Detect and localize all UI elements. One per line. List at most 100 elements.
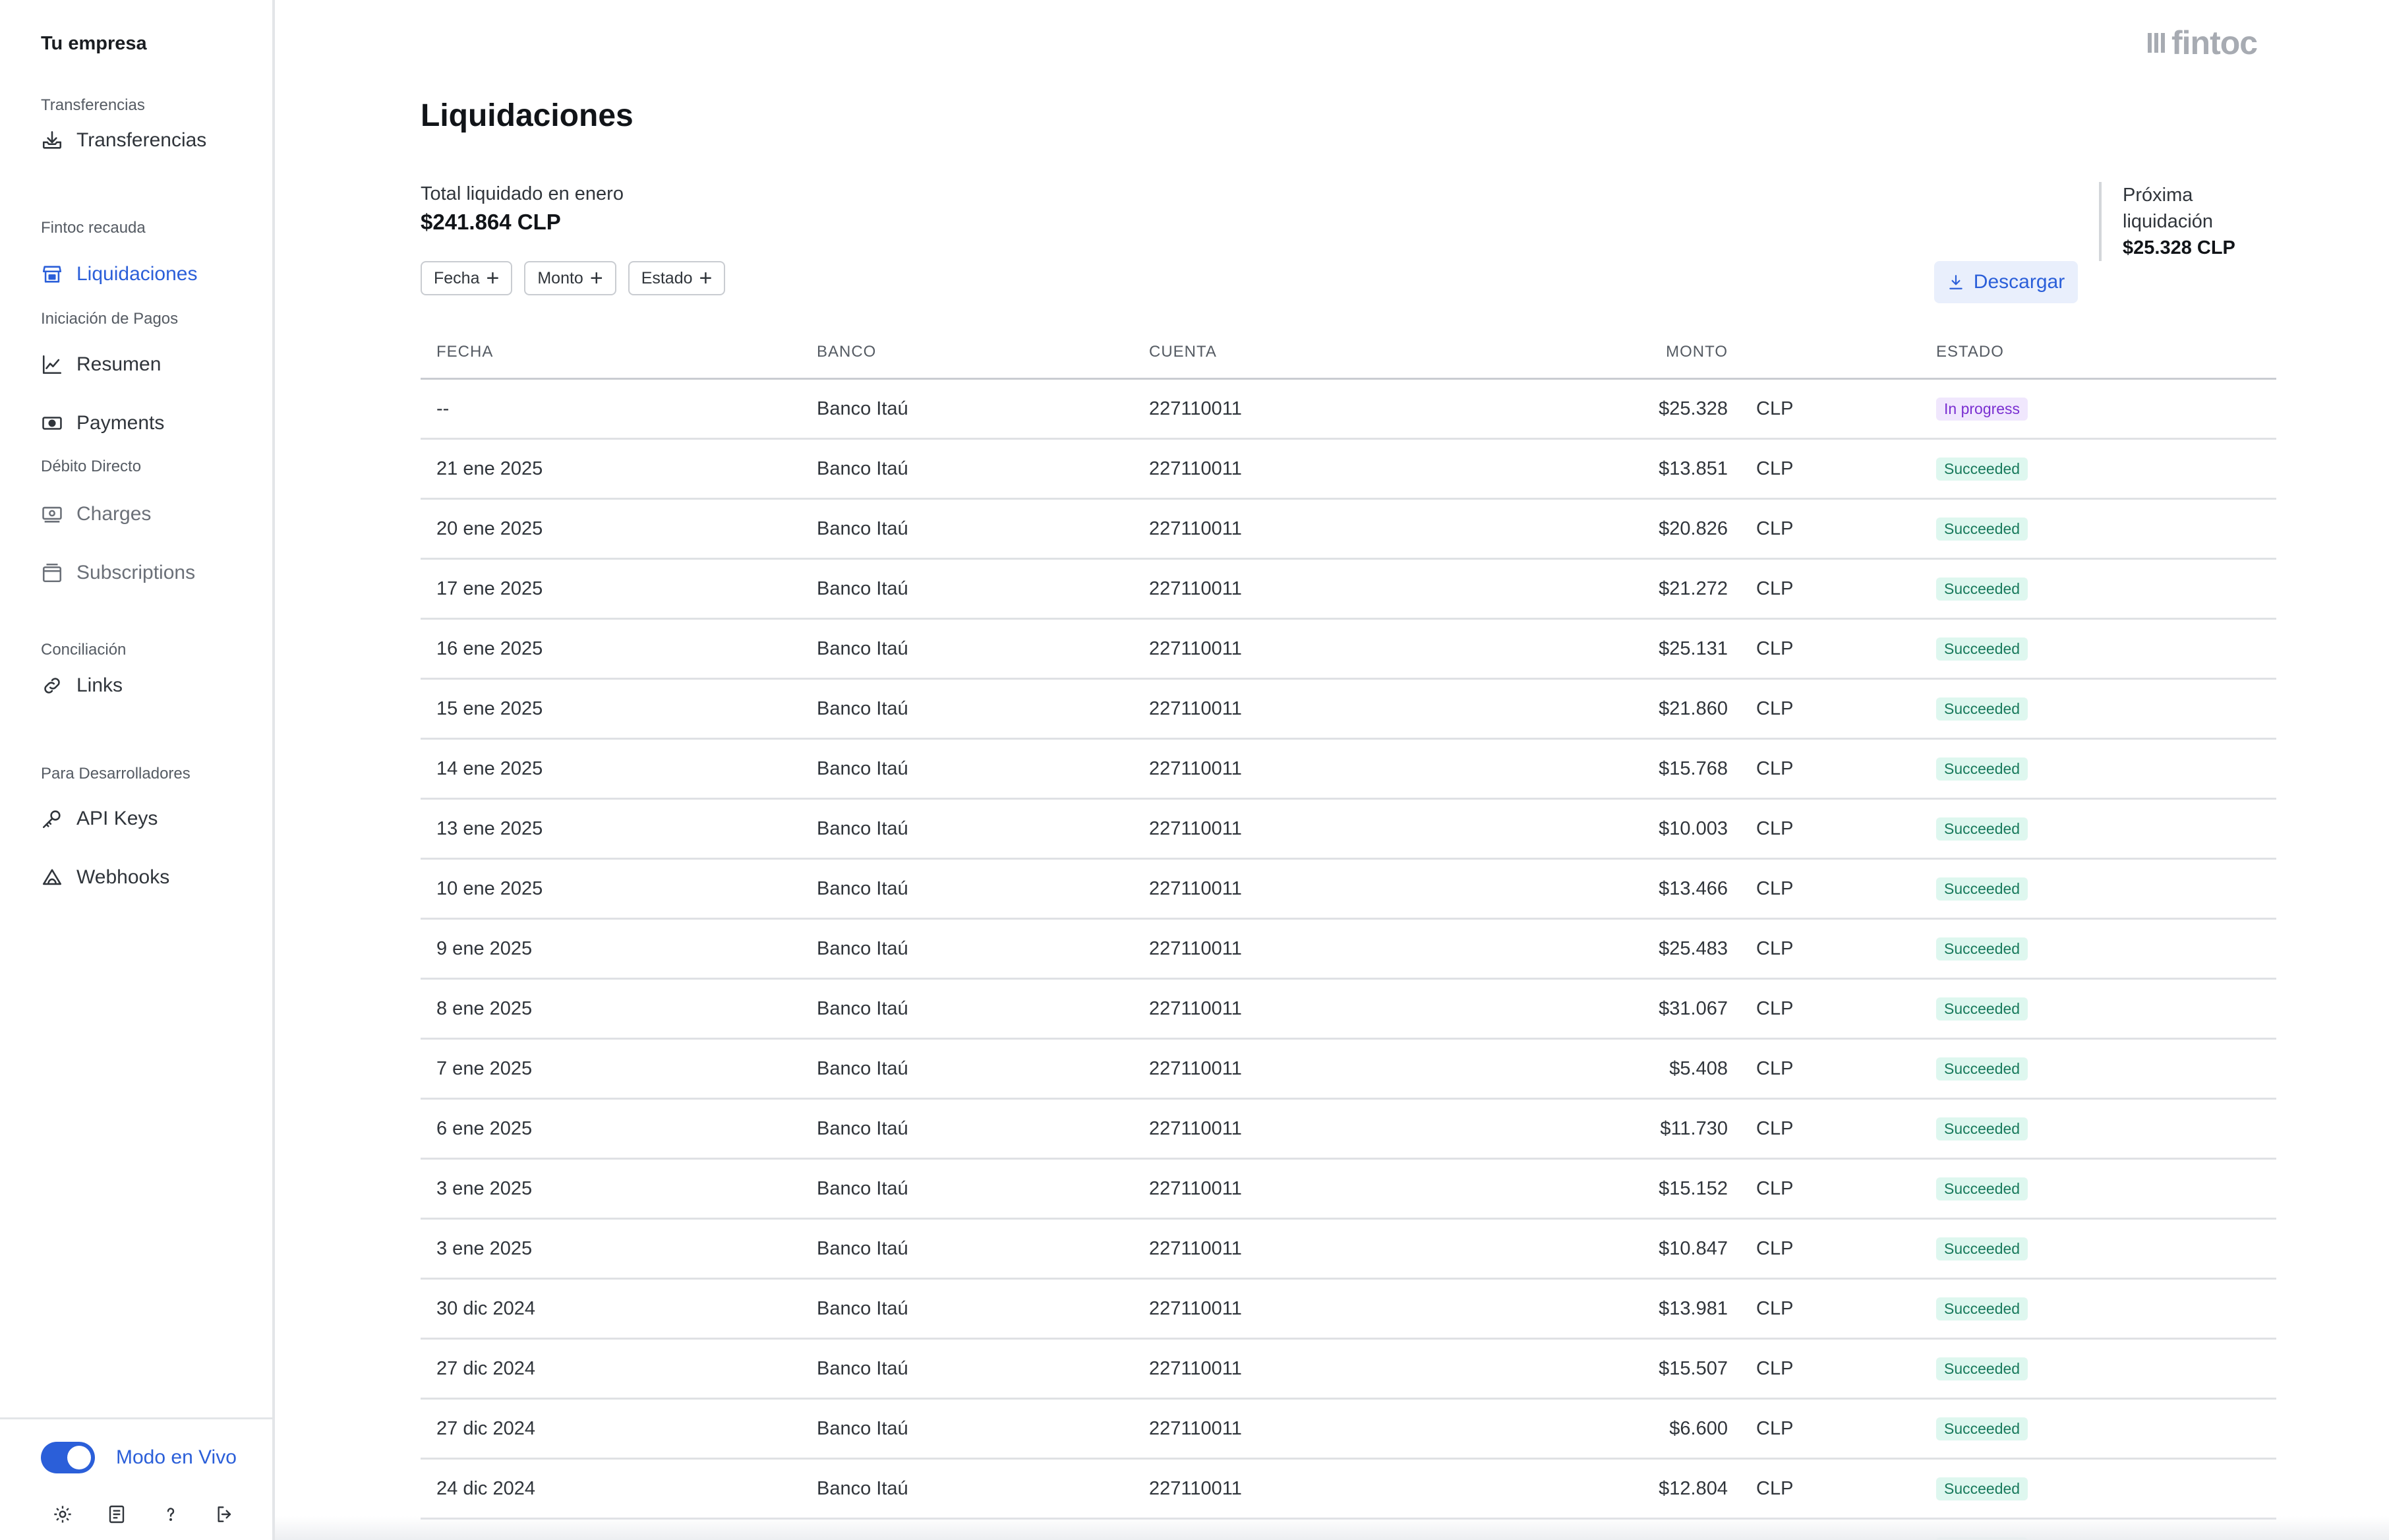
table-row[interactable]: 24 dic 2024 Banco Itaú 227110011 $12.804 CLP… [421,1460,2276,1520]
page-title: Liquidaciones [421,98,634,133]
table-row[interactable]: 20 ene 2025 Banco Itaú 227110011 $20.826 CLP… [421,500,2276,560]
section-label-recauda: Fintoc recauda [41,219,146,237]
sidebar-item-resumen[interactable]: Resumen [41,348,161,381]
sidebar-item-payments[interactable]: Payments [41,407,164,440]
cell-cuenta: 227110011 [1149,1057,1242,1079]
cell-banco: Banco Itaú [817,1177,908,1199]
filter-estado[interactable]: Estado + [628,261,726,295]
filter-label: Estado [641,268,693,287]
table-row[interactable]: 17 ene 2025 Banco Itaú 227110011 $21.272 CLP… [421,560,2276,620]
download-button[interactable]: Descargar [1934,261,2078,303]
header-fecha[interactable]: FECHA [436,343,493,361]
cell-estado: Succeeded [1936,1460,2028,1518]
cell-fecha: 13 ene 2025 [436,817,543,839]
filter-bar: Fecha + Monto + Estado + [421,261,726,295]
filter-fecha[interactable]: Fecha + [421,261,513,295]
header-estado[interactable]: ESTADO [1936,343,2004,361]
help-icon[interactable] [160,1503,182,1525]
table-row[interactable]: 30 dic 2024 Banco Itaú 227110011 $13.981 CLP… [421,1280,2276,1340]
sidebar-item-liquidaciones[interactable]: Liquidaciones [41,258,197,291]
cell-estado: In progress [1936,380,2028,438]
cell-fecha: 30 dic 2024 [436,1297,535,1319]
cell-banco: Banco Itaú [817,937,908,959]
table-row[interactable]: 27 dic 2024 Banco Itaú 227110011 $6.600 CLP S… [421,1400,2276,1460]
table-row[interactable]: 16 ene 2025 Banco Itaú 227110011 $25.131 CLP… [421,620,2276,680]
next-settlement-value: $25.328 CLP [2123,237,2235,258]
cell-cuenta: 227110011 [1149,1357,1242,1379]
table-row[interactable]: 3 ene 2025 Banco Itaú 227110011 $15.152 CLP S… [421,1160,2276,1220]
cell-currency: CLP [1756,817,1794,839]
filter-monto[interactable]: Monto + [524,261,616,295]
document-icon[interactable] [105,1503,128,1525]
status-badge: In progress [1936,397,2028,421]
download-icon [1949,275,1962,289]
cell-banco: Banco Itaú [817,1417,908,1439]
section-label-iniciacion: Iniciación de Pagos [41,310,179,328]
sidebar-item-api-keys[interactable]: API Keys [41,802,158,835]
cell-monto: $6.600 [1669,1417,1728,1439]
link-icon [44,678,60,694]
table-row[interactable]: 13 ene 2025 Banco Itaú 227110011 $10.003 CLP… [421,800,2276,860]
gear-icon[interactable] [51,1503,74,1525]
table-row[interactable]: 10 ene 2025 Banco Itaú 227110011 $13.466 CLP… [421,860,2276,920]
filter-label: Monto [537,268,583,287]
cell-banco: Banco Itaú [817,1117,908,1139]
cell-monto: $15.768 [1659,757,1728,779]
cell-cuenta: 227110011 [1149,518,1242,539]
sidebar-item-label: Liquidaciones [76,263,198,285]
cell-estado: Succeeded [1936,1340,2028,1398]
table-row[interactable]: 21 ene 2025 Banco Itaú 227110011 $13.851 CLP… [421,440,2276,500]
next-settlement: Próxima liquidación $25.328 CLP [2099,182,2270,261]
cell-estado: Succeeded [1936,1040,2028,1098]
sidebar-item-subscriptions[interactable]: Subscriptions [41,556,195,589]
cell-banco: Banco Itaú [817,817,908,839]
cell-fecha: 27 dic 2024 [436,1417,535,1439]
cell-cuenta: 227110011 [1149,697,1242,719]
cell-monto: $5.408 [1669,1057,1728,1079]
section-label-conciliacion: Conciliación [41,641,127,659]
table-row[interactable]: 3 ene 2025 Banco Itaú 227110011 $10.847 CLP S… [421,1220,2276,1280]
table-row[interactable]: -- Banco Itaú 227110011 $25.328 CLP In progre… [421,380,2276,440]
table-row[interactable]: 8 ene 2025 Banco Itaú 227110011 $31.067 CLP S… [421,980,2276,1040]
scroll-fade [275,1516,2389,1540]
sidebar-item-webhooks[interactable]: Webhooks [41,861,169,894]
cell-monto: $11.730 [1660,1117,1728,1139]
cell-currency: CLP [1756,578,1794,599]
table-row[interactable]: 15 ene 2025 Banco Itaú 227110011 $21.860 CLP… [421,680,2276,740]
cell-banco: Banco Itaú [817,757,908,779]
table-row[interactable]: 7 ene 2025 Banco Itaú 227110011 $5.408 CLP Su… [421,1040,2276,1100]
cell-banco: Banco Itaú [817,697,908,719]
cell-currency: CLP [1756,1417,1794,1439]
sidebar-item-transferencias[interactable]: Transferencias [41,124,206,157]
status-badge: Succeeded [1936,697,2028,721]
footer-icons [51,1503,236,1525]
status-badge: Succeeded [1936,1057,2028,1081]
fintoc-logo: fintoc [2148,24,2258,62]
sidebar-item-charges[interactable]: Charges [41,498,151,531]
cell-fecha: 10 ene 2025 [436,877,543,899]
cell-monto: $13.851 [1659,458,1728,479]
section-label-transferencias: Transferencias [41,96,145,114]
cell-currency: CLP [1756,697,1794,719]
sidebar-item-label: API Keys [76,808,158,829]
table-row[interactable]: 27 dic 2024 Banco Itaú 227110011 $15.507 CLP… [421,1340,2276,1400]
status-badge: Succeeded [1936,1357,2028,1380]
sidebar-item-label: Subscriptions [76,562,196,583]
logout-icon[interactable] [214,1503,236,1525]
live-mode-toggle[interactable] [41,1442,95,1473]
cell-estado: Succeeded [1936,500,2028,558]
header-monto[interactable]: MONTO [1666,343,1728,361]
cell-cuenta: 227110011 [1149,1117,1242,1139]
plus-icon: + [486,266,500,291]
cell-estado: Succeeded [1936,1160,2028,1218]
cell-monto: $15.152 [1659,1177,1728,1199]
table-row[interactable]: 9 ene 2025 Banco Itaú 227110011 $25.483 CLP S… [421,920,2276,980]
cell-currency: CLP [1756,1057,1794,1079]
header-cuenta[interactable]: CUENTA [1149,343,1217,361]
cell-fecha: 9 ene 2025 [436,937,533,959]
sidebar-item-links[interactable]: Links [41,669,123,702]
line-chart-icon [42,355,62,374]
table-row[interactable]: 14 ene 2025 Banco Itaú 227110011 $15.768 CLP… [421,740,2276,800]
table-row[interactable]: 6 ene 2025 Banco Itaú 227110011 $11.730 CLP S… [421,1100,2276,1160]
header-banco[interactable]: BANCO [817,343,876,361]
